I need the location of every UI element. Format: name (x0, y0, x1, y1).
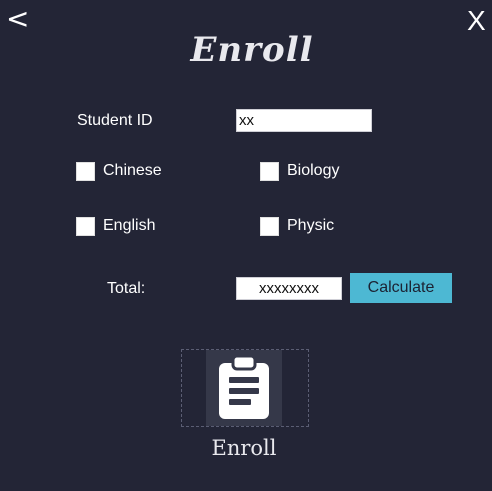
subject-physic-checkbox[interactable]: Physic (260, 216, 334, 236)
enroll-tile-button[interactable] (181, 349, 309, 427)
checkbox-box[interactable] (76, 216, 95, 236)
student-id-input[interactable] (236, 109, 372, 132)
checkbox-box[interactable] (76, 161, 95, 181)
total-label: Total: (107, 280, 146, 297)
subject-label: Biology (287, 162, 340, 179)
subject-label: Chinese (103, 162, 162, 179)
checkbox-box[interactable] (260, 161, 279, 181)
enroll-caption: Enroll (211, 436, 277, 460)
checkbox-box[interactable] (260, 216, 279, 236)
student-id-label: Student ID (77, 112, 153, 129)
subject-english-checkbox[interactable]: English (76, 216, 155, 236)
subject-chinese-checkbox[interactable]: Chinese (76, 161, 162, 181)
page-title: Enroll (190, 30, 314, 70)
total-output[interactable] (236, 277, 342, 300)
subject-biology-checkbox[interactable]: Biology (260, 161, 339, 181)
subject-label: Physic (287, 217, 335, 234)
calculate-button[interactable]: Calculate (350, 273, 452, 303)
enroll-tile-icon-area (206, 350, 282, 426)
subject-label: English (103, 217, 156, 234)
clipboard-icon (219, 354, 269, 419)
